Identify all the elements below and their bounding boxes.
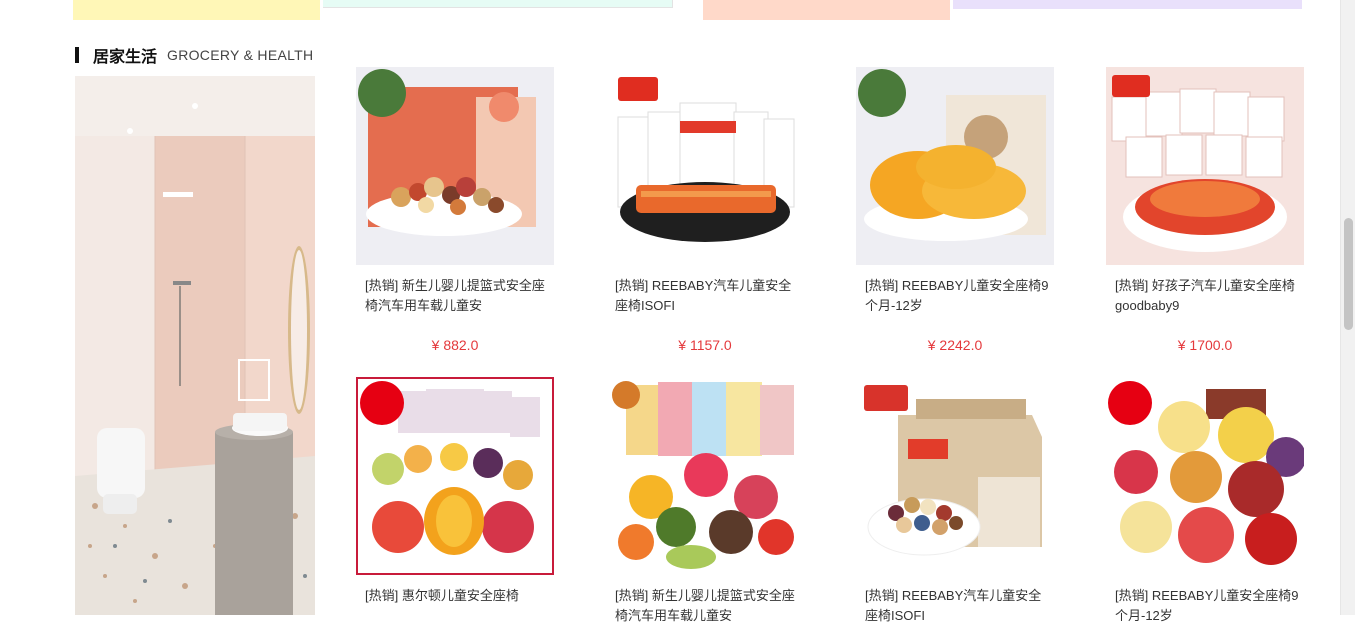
product-card[interactable]: [热销] 惠尔顿儿童安全座椅	[356, 377, 554, 603]
product-image[interactable]	[606, 377, 804, 575]
product-image[interactable]	[356, 67, 554, 265]
section-subtitle: GROCERY & HEALTH	[167, 47, 314, 63]
product-title[interactable]: [热销] REEBABY儿童安全座椅9个月-12岁	[1115, 586, 1299, 626]
product-image[interactable]	[856, 67, 1054, 265]
product-title[interactable]: [热销] 新生儿婴儿提篮式安全座椅汽车用车载儿童安	[615, 586, 799, 626]
top-banner-peach[interactable]	[703, 0, 950, 20]
product-card[interactable]: [热销] REEBABY汽车儿童安全座椅ISOFI	[856, 377, 1054, 623]
product-image[interactable]	[856, 377, 1054, 575]
product-image[interactable]	[606, 67, 804, 265]
product-image[interactable]	[1106, 67, 1304, 265]
small-gluten-snack-image	[1106, 67, 1304, 265]
spicy-gluten-snack-image	[606, 67, 804, 265]
section-title: 居家生活	[93, 49, 158, 66]
product-price: ¥ 2242.0	[927, 337, 983, 353]
product-title[interactable]: [热销] REEBABY汽车儿童安全座椅ISOFI	[615, 276, 799, 316]
daily-nuts-box-image	[856, 377, 1054, 575]
product-price: ¥ 1157.0	[678, 337, 732, 353]
product-image[interactable]	[356, 377, 554, 575]
product-card[interactable]: [热销] 新生儿婴儿提篮式安全座椅汽车用车载儿童安 ¥ 882.0	[356, 67, 554, 353]
product-title[interactable]: [热销] 新生儿婴儿提篮式安全座椅汽车用车载儿童安	[365, 276, 549, 316]
product-card[interactable]: [热销] REEBABY儿童安全座椅9个月-12岁 ¥ 2242.0	[856, 67, 1054, 353]
vegetable-chips-image	[606, 377, 804, 575]
product-card[interactable]: [热销] REEBABY汽车儿童安全座椅ISOFI ¥ 1157.0	[606, 67, 804, 353]
scrollbar-track[interactable]	[1340, 0, 1355, 615]
section-marker	[75, 47, 79, 63]
product-price: ¥ 1700.0	[1177, 337, 1233, 353]
product-title[interactable]: [热销] REEBABY汽车儿童安全座椅ISOFI	[865, 586, 1049, 626]
product-card[interactable]: [热销] 好孩子汽车儿童安全座椅goodbaby9 ¥ 1700.0	[1106, 67, 1304, 353]
top-banner-lavender[interactable]	[953, 0, 1302, 9]
scrollbar-thumb[interactable]	[1344, 218, 1353, 330]
product-price: ¥ 882.0	[431, 337, 479, 353]
top-banner-yellow[interactable]	[73, 0, 320, 20]
nut-mix-gift-box-image	[356, 67, 554, 265]
top-banner-mint[interactable]	[323, 0, 673, 8]
product-title[interactable]: [热销] 惠尔顿儿童安全座椅	[365, 586, 549, 606]
dried-mango-image	[856, 67, 1054, 265]
product-image[interactable]	[1106, 377, 1304, 575]
product-title[interactable]: [热销] 好孩子汽车儿童安全座椅goodbaby9	[1115, 276, 1299, 316]
section-header: 居家生活 GROCERY & HEALTH	[75, 44, 313, 66]
product-card[interactable]: [热销] REEBABY儿童安全座椅9个月-12岁	[1106, 377, 1304, 623]
dried-fruit-mix-image	[1106, 377, 1304, 575]
dried-fruit-assortment-image	[358, 379, 552, 573]
product-card[interactable]: [热销] 新生儿婴儿提篮式安全座椅汽车用车载儿童安	[606, 377, 804, 623]
bathroom-illustration	[75, 76, 315, 615]
product-title[interactable]: [热销] REEBABY儿童安全座椅9个月-12岁	[865, 276, 1049, 316]
promo-banner-image[interactable]	[75, 76, 315, 615]
